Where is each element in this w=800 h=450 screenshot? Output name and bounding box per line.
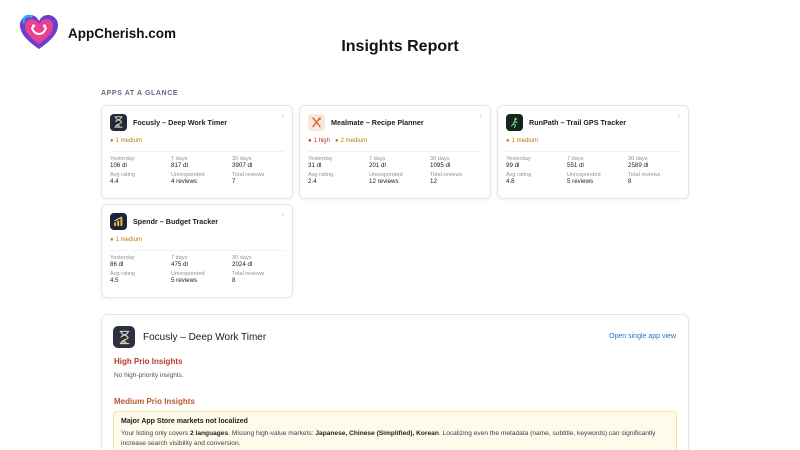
stat-yesterday: 99 dl (506, 162, 520, 169)
stat-7-days: 551 dl (567, 162, 584, 169)
utensils-icon (308, 113, 325, 131)
hourglass-icon (110, 113, 127, 131)
stat-avg-rating: 2.4 (308, 178, 317, 185)
stat-30-days: 3907 dl (232, 162, 253, 169)
page-title: Insights Report (341, 38, 459, 55)
stat-total-reviews: 7 (232, 178, 236, 185)
open-single-app-view-link[interactable]: Open single app view (609, 333, 676, 340)
app-card-focusly[interactable]: Focusly – Deep Work Timer › ● 1 medium Ye… (101, 105, 293, 199)
stat-total-reviews: 12 (430, 178, 437, 185)
stat-30-days: 2024 dl (232, 261, 253, 268)
app-detail-panel: Focusly – Deep Work Timer Open single ap… (101, 314, 689, 450)
chevron-right-icon: › (677, 113, 680, 120)
app-name: Spendr – Budget Tracker (133, 216, 219, 226)
stat-7-days: 817 dl (171, 162, 188, 169)
stat-unresponded: 5 reviews (567, 178, 594, 185)
stat-unresponded: 5 reviews (171, 277, 198, 284)
hourglass-icon (113, 326, 135, 348)
stat-unresponded: 4 reviews (171, 178, 198, 185)
medium-badge: ● 1 medium (110, 138, 142, 144)
app-card-spendr[interactable]: Spendr – Budget Tracker › ● 1 medium Yest… (101, 204, 293, 298)
detail-app-name: Focusly – Deep Work Timer (143, 331, 267, 343)
stat-7-days: 201 dl (369, 162, 386, 169)
medium-badge: ● 1 medium (506, 138, 538, 144)
stat-unresponded: 12 reviews (369, 178, 399, 185)
stat-avg-rating: 4.8 (506, 178, 515, 185)
stat-avg-rating: 4.4 (110, 178, 119, 185)
app-name: Mealmate – Recipe Planner (331, 117, 424, 127)
stat-30-days: 1095 dl (430, 162, 451, 169)
high-prio-heading: High Prio Insights (114, 357, 183, 366)
insight-body: Your listing only covers 2 languages. Mi… (121, 430, 656, 447)
stat-total-reviews: 8 (232, 277, 236, 284)
high-badge: ● 1 high (308, 138, 330, 144)
medium-badge: ● 2 medium (334, 138, 367, 144)
stat-avg-rating: 4.5 (110, 277, 119, 284)
coins-chart-icon (110, 212, 127, 230)
app-card-runpath[interactable]: RunPath – Trail GPS Tracker › ● 1 medium … (497, 105, 689, 199)
section-label: APPS AT A GLANCE (101, 90, 179, 97)
stat-yesterday: 106 dl (110, 162, 127, 169)
app-name: Focusly – Deep Work Timer (133, 117, 228, 127)
insight-card: Major App Store markets not localized Yo… (113, 411, 677, 450)
chevron-right-icon: › (281, 113, 284, 120)
insight-title: Major App Store markets not localized (121, 418, 248, 425)
medium-prio-heading: Medium Prio Insights (114, 397, 195, 406)
stat-yesterday: 86 dl (110, 261, 124, 268)
stat-total-reviews: 8 (628, 178, 632, 185)
chevron-right-icon: › (281, 212, 284, 219)
app-name: RunPath – Trail GPS Tracker (529, 117, 627, 127)
chevron-right-icon: › (479, 113, 482, 120)
no-high-insights-text: No high-priority insights. (114, 372, 184, 379)
stat-7-days: 475 dl (171, 261, 188, 268)
medium-badge: ● 1 medium (110, 237, 142, 243)
trail-runner-icon (506, 113, 523, 131)
app-card-mealmate[interactable]: Mealmate – Recipe Planner › ● 1 high ● 2 m… (299, 105, 491, 199)
stat-30-days: 2589 dl (628, 162, 649, 169)
stat-yesterday: 31 dl (308, 162, 322, 169)
